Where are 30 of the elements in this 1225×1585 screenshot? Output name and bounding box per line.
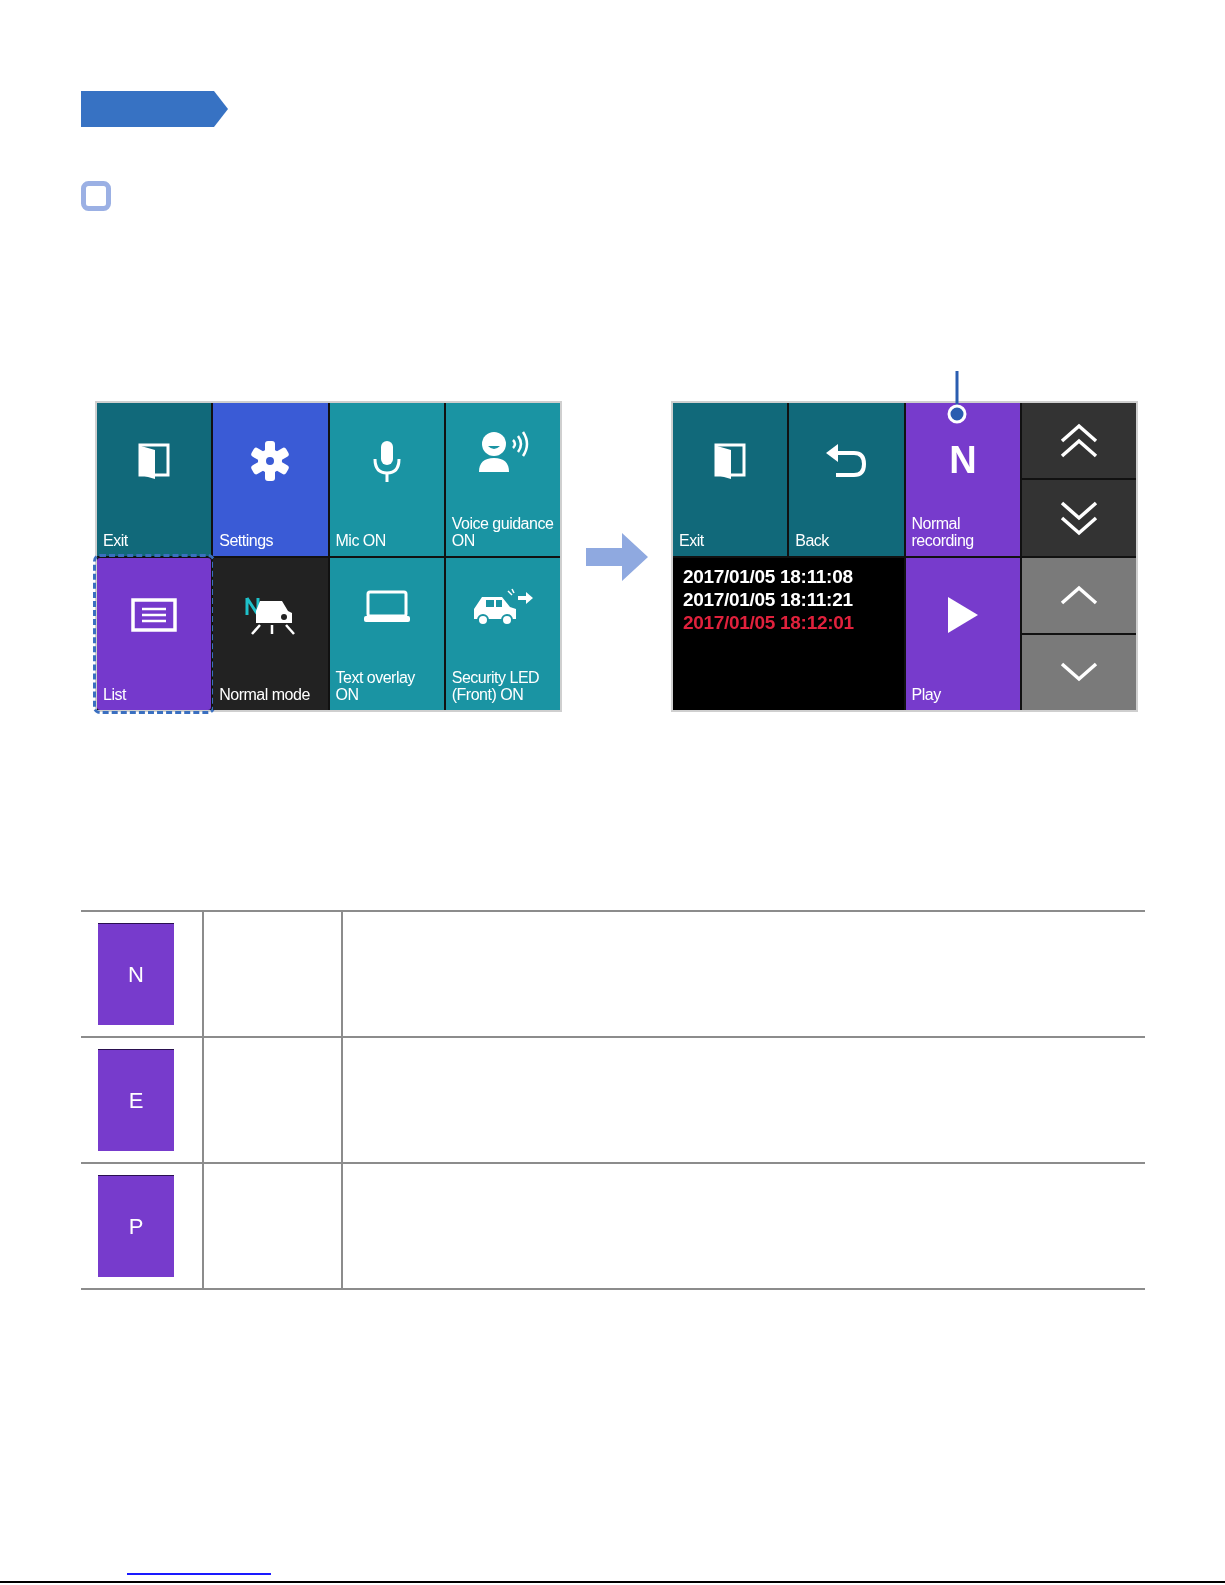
menu-tile[interactable]: Text overlay ON (329, 557, 444, 710)
menu-tile[interactable]: Security LED (Front) ON (445, 557, 560, 710)
file-entry[interactable]: 2017/01/05 18:11:21 (683, 588, 894, 611)
tile-label: Exit (103, 531, 128, 549)
recording-mode-tile[interactable]: N Normal recording (905, 403, 1020, 556)
play-tile[interactable]: Play (905, 557, 1020, 710)
tile-label: Normal recording (911, 514, 974, 549)
tile-label: Back (795, 531, 829, 549)
file-entry[interactable]: 2017/01/05 18:12:01 (683, 611, 894, 634)
file-entry[interactable]: 2017/01/05 18:11:08 (683, 565, 894, 588)
menu-tile[interactable]: Normal mode (213, 557, 328, 710)
tile-label: Mic ON (335, 531, 386, 549)
tile-label: Settings (219, 531, 274, 549)
tile-label: Play (911, 686, 941, 704)
tile-label: Security LED (Front) ON (451, 669, 540, 704)
menu-tile[interactable]: Exit (97, 403, 212, 556)
tile-label: Normal mode (219, 686, 310, 704)
mode-letter: N (949, 440, 977, 481)
menu-tile[interactable]: Settings (213, 403, 328, 556)
exit-tile[interactable]: Exit (673, 403, 788, 556)
tile-label: Text overlay ON (335, 669, 415, 704)
back-tile[interactable]: Back (789, 403, 904, 556)
mode-badge: E (98, 1049, 174, 1151)
tile-label: Exit (679, 531, 704, 549)
mode-badge: P (98, 1175, 174, 1277)
tile-label: List (103, 686, 126, 704)
mode-badge: N (98, 923, 174, 1025)
menu-tile[interactable]: Voice guidance ON (445, 403, 560, 556)
tile-label: Voice guidance ON (451, 514, 554, 549)
menu-tile[interactable]: Mic ON (329, 403, 444, 556)
